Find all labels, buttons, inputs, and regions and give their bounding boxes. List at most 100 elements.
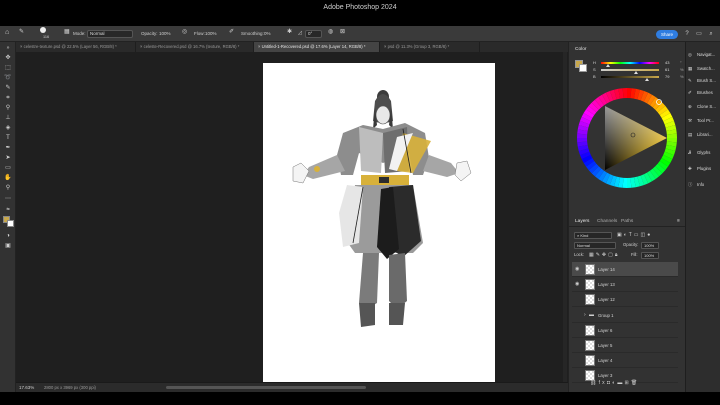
pen-tool-icon[interactable]: ✒ xyxy=(2,144,14,152)
smoothing-settings-icon[interactable]: ✱ xyxy=(287,28,292,37)
brightness-value[interactable]: 79 xyxy=(665,74,669,80)
tab-document-3[interactable]: × Untitled-1-Recovered.psd @ 17.6% (Laye… xyxy=(254,42,380,52)
layer-thumbnail[interactable] xyxy=(585,294,595,306)
panel-button-navigator[interactable]: ◎ Navigat... xyxy=(688,50,720,60)
lock-label: Lock: xyxy=(574,252,585,257)
vertical-scrollbar[interactable] xyxy=(563,52,567,382)
marquee-tool-icon[interactable]: ⬚ xyxy=(2,64,14,72)
slider-thumb[interactable] xyxy=(605,64,610,67)
angle-input[interactable]: 0° xyxy=(305,30,322,38)
layer-row[interactable]: Layer 5 xyxy=(572,338,678,353)
slider-thumb[interactable] xyxy=(634,71,639,74)
visibility-eye-icon[interactable]: ◉ xyxy=(575,262,579,277)
mode-select[interactable]: Normal xyxy=(87,30,133,38)
layer-thumbnail[interactable] xyxy=(585,264,595,275)
brush-settings-icon[interactable]: ▦ xyxy=(64,28,70,37)
search-icon[interactable]: ⌕ xyxy=(707,30,715,38)
flow-value[interactable]: 100% xyxy=(205,29,217,38)
horizontal-scrollbar[interactable] xyxy=(166,386,366,389)
pressure-size-icon[interactable]: ◍ xyxy=(328,28,333,37)
saturation-slider[interactable] xyxy=(601,69,659,71)
pressure-opacity-icon[interactable]: ◎ xyxy=(182,28,187,37)
quick-mask-icon[interactable]: ◑ xyxy=(2,232,14,240)
move-tool-icon[interactable]: ✥ xyxy=(2,54,14,62)
panel-button-brush-settings[interactable]: ✎ Brush S... xyxy=(688,76,720,86)
panel-button-info[interactable]: ⓘ Info xyxy=(688,180,720,190)
zoom-level[interactable]: 17.63% xyxy=(19,384,34,392)
eraser-tool-icon[interactable]: ◈ xyxy=(2,124,14,132)
layer-row[interactable]: Layer 12 xyxy=(572,292,678,308)
shape-tool-icon[interactable]: ▭ xyxy=(2,164,14,172)
crop-tool-icon[interactable]: ⌗ xyxy=(2,94,14,102)
path-select-tool-icon[interactable]: ➤ xyxy=(2,154,14,162)
color-panel-title[interactable]: Color xyxy=(575,46,586,54)
collapsed-panels: ◎ Navigat... ▦ Swatch... ✎ Brush S... ✐ Brushes… xyxy=(685,42,720,392)
layer-thumbnail[interactable] xyxy=(585,324,595,336)
tab-channels[interactable]: Channels xyxy=(597,218,617,226)
panel-button-clone-source[interactable]: ⊕ Clone S... xyxy=(688,102,720,112)
stamp-tool-icon[interactable]: ⊥ xyxy=(2,114,14,122)
panel-button-brushes[interactable]: ✐ Brushes xyxy=(688,88,720,98)
layer-filter-select[interactable]: ⌕ Kind xyxy=(574,232,612,239)
delete-layer-icon[interactable]: 🗑︎ xyxy=(631,380,640,386)
visibility-eye-icon[interactable]: ◉ xyxy=(575,277,579,292)
background-color-swatch[interactable] xyxy=(7,220,14,227)
smoothing-value[interactable]: 0% xyxy=(264,29,271,38)
layer-row[interactable]: ◉ Layer 13 xyxy=(572,277,678,293)
slider-thumb[interactable] xyxy=(644,78,649,81)
home-icon[interactable]: ⌂ xyxy=(5,28,9,37)
document-info[interactable]: 2800 px x 3969 px (300 ppi) xyxy=(44,384,96,392)
eyedropper-tool-icon[interactable]: ⚲ xyxy=(2,104,14,112)
layer-row[interactable]: Layer 4 xyxy=(572,353,678,369)
saturation-value[interactable]: 61 xyxy=(665,67,669,73)
panel-button-swatches[interactable]: ▦ Swatch... xyxy=(688,64,720,74)
screen-mode-icon[interactable]: ▣ xyxy=(2,242,14,250)
blend-mode-select[interactable]: Normal xyxy=(574,242,616,249)
share-button[interactable]: Share xyxy=(656,30,678,39)
zoom-tool-icon[interactable]: ⚲ xyxy=(2,184,14,192)
lock-icons[interactable]: ▦✎✥▢🔒︎ xyxy=(589,251,620,259)
layer-thumbnail[interactable] xyxy=(585,279,595,291)
layer-row[interactable]: ◉ Layer 14 xyxy=(572,262,678,277)
tab-document-4[interactable]: × psd @ 11.3% (Group 3, RGB/8) * xyxy=(380,42,480,52)
airbrush-icon[interactable]: ✐ xyxy=(229,28,234,37)
tab-document-1[interactable]: × celestre-texture.psd @ 22.5% (Layer 56… xyxy=(16,42,136,52)
layer-opacity-input[interactable]: 100% xyxy=(641,242,659,249)
hand-tool-icon[interactable]: ✋ xyxy=(2,174,14,182)
layer-filter-icons[interactable]: ▣◐T▭◫● xyxy=(617,231,652,239)
type-tool-icon[interactable]: T xyxy=(2,134,14,142)
layer-thumbnail[interactable] xyxy=(585,340,595,351)
link-layers-icon[interactable]: ⛓ xyxy=(590,380,599,386)
help-icon[interactable]: ? xyxy=(683,30,691,38)
brightness-slider[interactable] xyxy=(601,76,659,78)
quick-select-tool-icon[interactable]: ✎ xyxy=(2,84,14,92)
panel-button-tool-presets[interactable]: ⚒ Tool Pr... xyxy=(688,116,720,126)
panel-button-label: Brushes xyxy=(697,90,713,95)
toolbar-collapse-icon[interactable]: » xyxy=(2,44,14,52)
panel-button-libraries[interactable]: ▤ Librari... xyxy=(688,130,720,140)
tab-document-2[interactable]: × celeste-Recovered.psd @ 16.7% (texture… xyxy=(136,42,254,52)
layer-thumbnail[interactable] xyxy=(585,355,595,367)
hue-value[interactable]: 43 xyxy=(665,60,669,66)
more-tools-icon[interactable]: ⋯ xyxy=(2,195,14,203)
workspace-icon[interactable]: ▭ xyxy=(695,30,703,38)
brush-tool-icon[interactable]: ✎ xyxy=(19,28,24,37)
chevron-right-icon[interactable]: › xyxy=(584,308,586,323)
panel-button-plugins[interactable]: ✚ Plugins xyxy=(688,164,720,174)
opacity-value[interactable]: 100% xyxy=(159,29,171,38)
symmetry-icon[interactable]: ⊠ xyxy=(340,28,345,37)
layer-row[interactable]: Layer 6 xyxy=(572,323,678,338)
tab-paths[interactable]: Paths xyxy=(621,218,633,226)
document-canvas[interactable] xyxy=(263,63,495,383)
lasso-tool-icon[interactable]: ➰ xyxy=(2,74,14,82)
layer-style-icon[interactable]: fx xyxy=(599,380,607,386)
swap-colors-icon[interactable]: ⇆ xyxy=(2,205,14,213)
panel-menu-icon[interactable]: ≡ xyxy=(677,218,680,226)
new-group-icon[interactable]: ▬ xyxy=(617,380,624,386)
panel-button-glyphs[interactable]: Ꭿ Glyphs xyxy=(688,148,720,158)
hue-unit: ° xyxy=(680,60,682,65)
color-wheel[interactable] xyxy=(575,86,679,190)
layer-fill-input[interactable]: 100% xyxy=(641,252,659,259)
tab-layers[interactable]: Layers xyxy=(575,218,589,226)
layer-row[interactable]: › ▬ Group 1 xyxy=(572,308,678,323)
